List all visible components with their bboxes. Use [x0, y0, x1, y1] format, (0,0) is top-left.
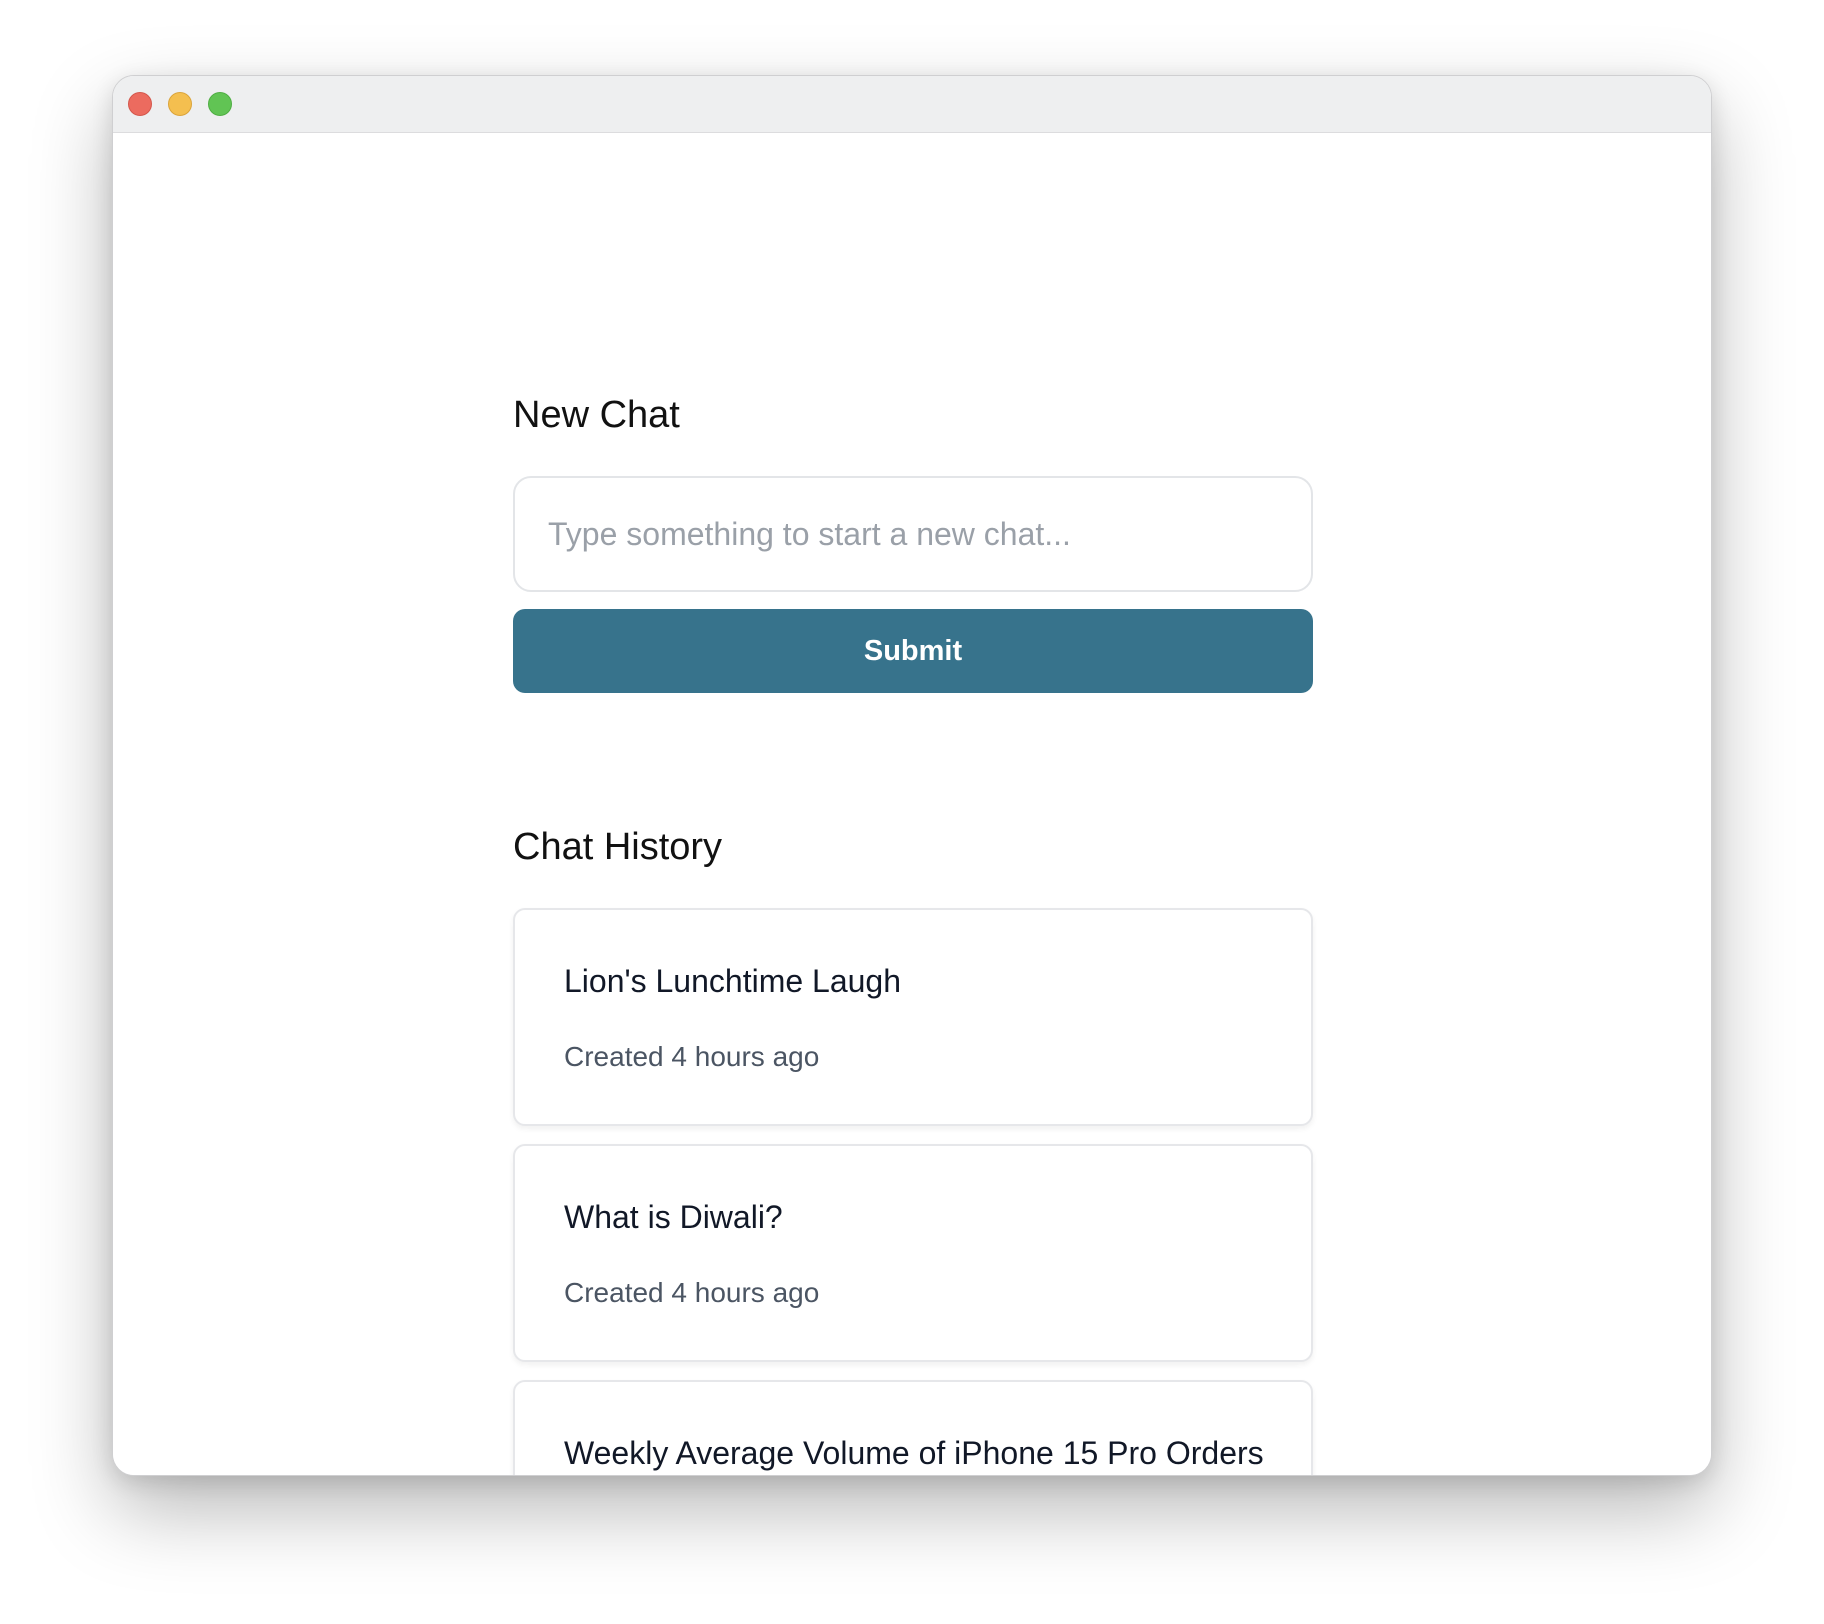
new-chat-input[interactable]: [513, 476, 1313, 592]
chat-history-item[interactable]: What is Diwali? Created 4 hours ago: [513, 1144, 1313, 1362]
submit-button[interactable]: Submit: [513, 609, 1313, 693]
window-titlebar: [113, 76, 1711, 133]
page-content: New Chat Submit Chat History Lion's Lunc…: [113, 133, 1711, 1475]
chat-title: Lion's Lunchtime Laugh: [564, 963, 902, 999]
desktop: New Chat Submit Chat History Lion's Lunc…: [0, 0, 1824, 1624]
chat-title: What is Diwali?: [564, 1199, 783, 1235]
chat-history-heading: Chat History: [513, 826, 723, 868]
maximize-icon[interactable]: [208, 92, 232, 116]
app-window: New Chat Submit Chat History Lion's Lunc…: [112, 75, 1712, 1476]
minimize-icon[interactable]: [168, 92, 192, 116]
chat-history-item[interactable]: Weekly Average Volume of iPhone 15 Pro O…: [513, 1380, 1313, 1475]
new-chat-heading: New Chat: [513, 394, 680, 436]
chat-title: Weekly Average Volume of iPhone 15 Pro O…: [564, 1435, 1264, 1471]
close-icon[interactable]: [128, 92, 152, 116]
chat-history-list: Lion's Lunchtime Laugh Created 4 hours a…: [513, 908, 1313, 1475]
chat-created-time: Created 4 hours ago: [564, 1277, 820, 1308]
chat-created-time: Created 4 hours ago: [564, 1041, 820, 1072]
chat-history-item[interactable]: Lion's Lunchtime Laugh Created 4 hours a…: [513, 908, 1313, 1126]
